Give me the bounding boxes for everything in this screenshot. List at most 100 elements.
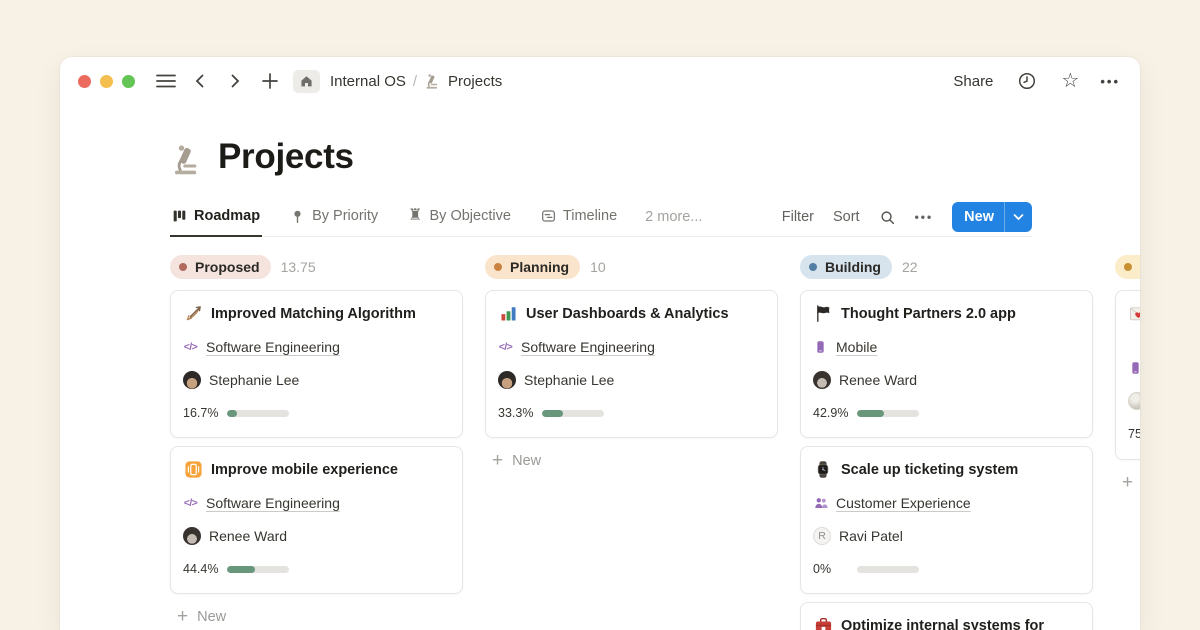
add-card-label: New <box>197 609 226 625</box>
person-name: Stephanie Lee <box>209 372 299 388</box>
board-column-proposed: Proposed 13.75 Improved Matching Algorit… <box>170 255 463 626</box>
more-options-icon[interactable]: ••• <box>1100 74 1120 89</box>
board-icon <box>172 209 187 224</box>
progress-bar <box>857 566 919 573</box>
toolbox-icon <box>813 616 833 630</box>
status-dot <box>179 263 187 271</box>
timeline-icon <box>541 209 556 224</box>
forward-icon[interactable] <box>222 67 248 95</box>
tab-by-priority[interactable]: By Priority <box>288 197 380 237</box>
board-column-clipped: T <box>1115 255 1140 492</box>
avatar <box>183 371 201 389</box>
team-link[interactable]: Mobile <box>836 339 877 355</box>
tab-label: Roadmap <box>194 208 260 224</box>
sidebar-menu-icon[interactable] <box>153 67 179 95</box>
status-badge[interactable]: Building <box>800 255 892 279</box>
share-button[interactable]: Share <box>953 73 993 90</box>
vibrating-phone-icon <box>183 460 203 480</box>
progress-label: 33.3% <box>498 406 534 420</box>
project-card[interactable]: 75 <box>1115 290 1140 460</box>
project-card[interactable]: Improved Matching Algorithm </> Software… <box>170 290 463 438</box>
person-name: Renee Ward <box>209 528 287 544</box>
chevron-down-icon[interactable] <box>1005 213 1032 221</box>
view-options-icon[interactable]: ••• <box>915 210 934 224</box>
tab-timeline[interactable]: Timeline <box>539 197 619 237</box>
project-card[interactable]: Thought Partners 2.0 app Mobile Renee Wa… <box>800 290 1093 438</box>
avatar <box>183 527 201 545</box>
project-card[interactable]: Improve mobile experience </> Software E… <box>170 446 463 594</box>
minimize-window-button[interactable] <box>100 75 113 88</box>
home-icon[interactable] <box>293 70 320 93</box>
column-count: 22 <box>902 259 918 275</box>
card-title: Scale up ticketing system <box>841 462 1018 478</box>
search-icon[interactable] <box>879 209 896 226</box>
status-dot <box>1124 263 1132 271</box>
more-tabs-button[interactable]: 2 more... <box>645 209 702 225</box>
status-label: Planning <box>510 259 569 275</box>
add-card-button[interactable]: + New <box>485 451 778 470</box>
team-link[interactable]: Software Engineering <box>521 339 655 355</box>
team-link[interactable]: Software Engineering <box>206 495 340 511</box>
person-name: Ravi Patel <box>839 528 903 544</box>
card-title: Improve mobile experience <box>211 462 398 478</box>
board-column-building: Building 22 Thought Partners 2.0 app Mob… <box>800 255 1093 630</box>
card-title: User Dashboards & Analytics <box>526 306 729 322</box>
progress-bar <box>542 410 604 417</box>
project-card[interactable]: Optimize internal systems for <box>800 602 1093 630</box>
close-window-button[interactable] <box>78 75 91 88</box>
clock-history-icon[interactable] <box>1014 67 1040 95</box>
code-icon: </> <box>183 340 198 355</box>
team-link[interactable]: Customer Experience <box>836 495 971 511</box>
back-icon[interactable] <box>187 67 213 95</box>
new-button-label: New <box>952 209 1004 225</box>
pin-icon <box>290 209 305 224</box>
breadcrumb-workspace[interactable]: Internal OS <box>330 73 406 90</box>
progress-label: 0% <box>813 562 849 576</box>
watch-icon <box>813 460 833 480</box>
maximize-window-button[interactable] <box>122 75 135 88</box>
progress-label: 75 <box>1128 427 1140 441</box>
favorite-star-icon[interactable]: ☆ <box>1061 71 1079 91</box>
black-flag-icon <box>813 304 833 324</box>
avatar <box>813 371 831 389</box>
code-icon: </> <box>183 496 198 511</box>
add-card-label: New <box>512 453 541 469</box>
traffic-lights <box>78 75 135 88</box>
progress-label: 16.7% <box>183 406 219 420</box>
status-dot <box>494 263 502 271</box>
status-dot <box>809 263 817 271</box>
person-name: Renee Ward <box>839 372 917 388</box>
breadcrumb-separator: / <box>413 73 417 90</box>
add-card-button[interactable]: + New <box>1115 473 1140 492</box>
mobile-phone-icon <box>813 340 828 355</box>
page-microscope-icon <box>170 143 204 177</box>
tab-label: By Priority <box>312 208 378 224</box>
new-page-plus-icon[interactable] <box>257 67 283 95</box>
rook-icon: ♜ <box>408 208 422 224</box>
status-badge[interactable]: Planning <box>485 255 580 279</box>
sort-button[interactable]: Sort <box>833 209 860 225</box>
status-badge[interactable]: Proposed <box>170 255 271 279</box>
new-button[interactable]: New <box>952 202 1032 232</box>
status-badge[interactable]: T <box>1115 255 1140 279</box>
love-letter-icon <box>1128 304 1140 324</box>
progress-bar <box>227 566 289 573</box>
add-card-button[interactable]: + New <box>170 607 463 626</box>
bow-and-arrow-icon <box>183 304 203 324</box>
status-label: Proposed <box>195 259 260 275</box>
filter-button[interactable]: Filter <box>782 209 814 225</box>
progress-label: 44.4% <box>183 562 219 576</box>
tab-by-objective[interactable]: ♜ By Objective <box>406 197 513 237</box>
project-card[interactable]: User Dashboards & Analytics </> Software… <box>485 290 778 438</box>
card-title: Thought Partners 2.0 app <box>841 306 1016 322</box>
project-card[interactable]: Scale up ticketing system Customer Exper… <box>800 446 1093 594</box>
plus-icon: + <box>177 607 188 626</box>
page-title: Projects <box>218 137 354 177</box>
microscope-icon <box>424 73 441 90</box>
breadcrumb-page[interactable]: Projects <box>448 73 502 90</box>
team-link[interactable]: Software Engineering <box>206 339 340 355</box>
tab-label: By Objective <box>430 208 511 224</box>
tab-roadmap[interactable]: Roadmap <box>170 197 262 237</box>
plus-icon: + <box>492 451 503 470</box>
column-count: 10 <box>590 259 606 275</box>
